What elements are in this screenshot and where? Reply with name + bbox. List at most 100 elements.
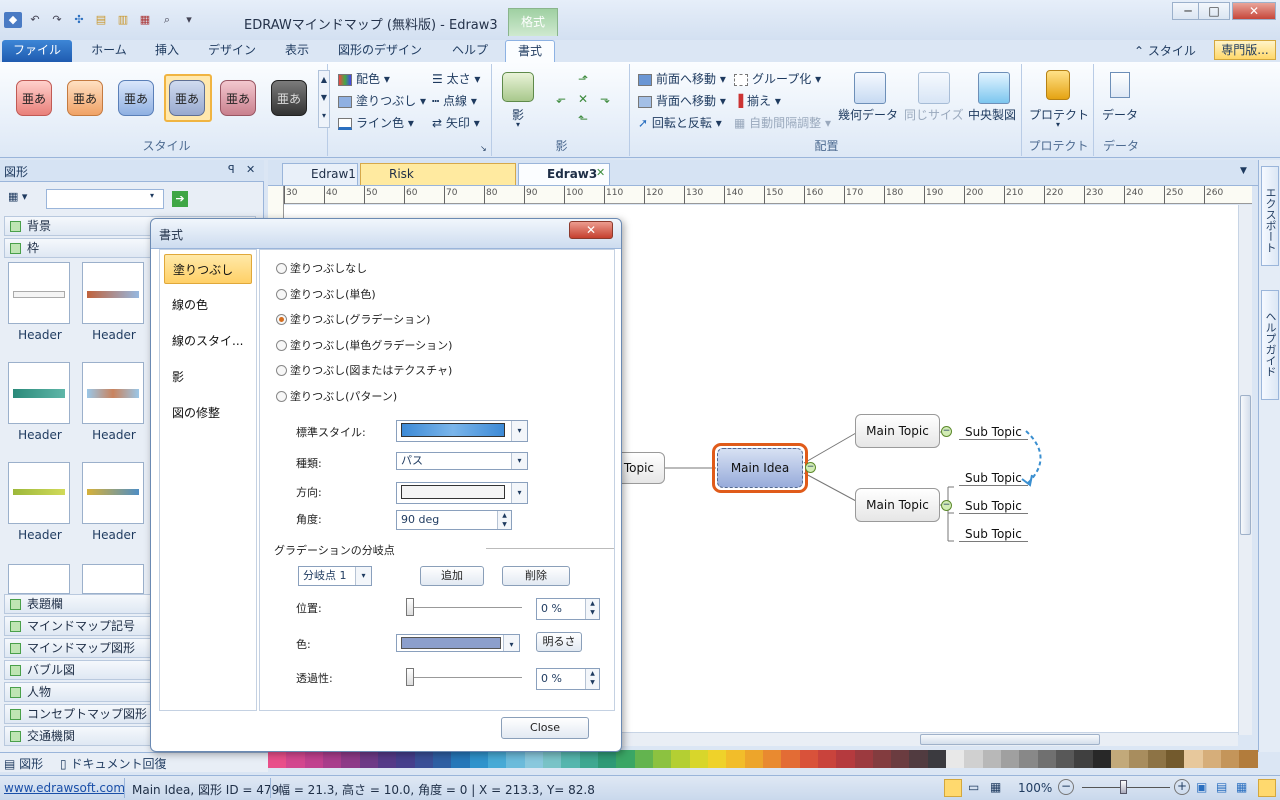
palette-color-swatch[interactable] bbox=[836, 750, 855, 768]
tab-view[interactable]: 表示 bbox=[276, 40, 318, 62]
palette-color-swatch[interactable] bbox=[1202, 750, 1222, 768]
palette-color-swatch[interactable] bbox=[579, 750, 598, 768]
sub-topic-node[interactable]: Sub Topic bbox=[959, 471, 1028, 486]
palette-color-swatch[interactable] bbox=[268, 750, 287, 768]
fullscreen-icon[interactable]: ▦ bbox=[1236, 780, 1247, 794]
tab-home[interactable]: ホーム bbox=[82, 40, 136, 62]
website-link[interactable]: www.edrawsoft.com bbox=[4, 781, 125, 795]
fit-page-icon[interactable]: ▣ bbox=[1196, 780, 1207, 794]
palette-color-swatch[interactable] bbox=[1239, 750, 1258, 768]
palette-color-swatch[interactable] bbox=[744, 750, 763, 768]
geometry-button[interactable]: 幾何データ bbox=[838, 106, 898, 123]
style-swatch-black[interactable]: 亜あ bbox=[271, 80, 307, 116]
maximize-button[interactable]: □ bbox=[1198, 2, 1230, 20]
collapse-icon[interactable]: − bbox=[941, 500, 952, 511]
tab-format[interactable]: 書式 bbox=[505, 40, 555, 62]
align-button[interactable]: ▐ 揃え ▾ bbox=[734, 92, 781, 109]
bring-front-button[interactable]: 前面へ移動 ▾ bbox=[638, 70, 726, 87]
sub-topic-node[interactable]: Sub Topic bbox=[959, 425, 1028, 440]
position-slider-track[interactable] bbox=[410, 607, 522, 608]
stop-combo[interactable]: 分岐点 1 ▾ bbox=[298, 566, 372, 586]
geometry-icon[interactable] bbox=[854, 72, 886, 104]
data-button[interactable]: データ bbox=[1102, 106, 1138, 123]
style-swatch-rose[interactable]: 亜あ bbox=[220, 80, 256, 116]
view-normal-icon[interactable] bbox=[944, 779, 962, 797]
nudge-left-icon[interactable]: ⬐ bbox=[556, 92, 566, 106]
sub-topic-node[interactable]: Sub Topic bbox=[959, 499, 1028, 514]
palette-color-swatch[interactable] bbox=[359, 750, 378, 768]
nudge-right-icon[interactable]: ⬎ bbox=[600, 92, 610, 106]
horizontal-scroll-thumb[interactable] bbox=[920, 734, 1100, 745]
tab-shapes[interactable]: ▤ 図形 bbox=[4, 755, 43, 772]
style-swatch-blue[interactable]: 亜あ bbox=[118, 80, 154, 116]
nav-line-style[interactable]: 線のスタイ... bbox=[164, 326, 252, 356]
shape-thumb[interactable] bbox=[82, 564, 144, 594]
rotate-flip-button[interactable]: ➚ 回転と反転 ▾ bbox=[638, 114, 722, 131]
nudge-center-icon[interactable]: ✕ bbox=[578, 92, 588, 106]
angle-spinner[interactable]: 90 deg ▲ ▼ bbox=[396, 510, 512, 530]
color-scheme-button[interactable]: 配色 ▾ bbox=[338, 70, 390, 87]
palette-color-swatch[interactable] bbox=[1074, 750, 1093, 768]
auto-space-button[interactable]: ▦ 自動間隔調整 ▾ bbox=[734, 114, 831, 131]
same-size-icon[interactable] bbox=[918, 72, 950, 104]
vertical-scroll-thumb[interactable] bbox=[1240, 395, 1251, 535]
palette-color-swatch[interactable] bbox=[689, 750, 708, 768]
radio-gradient-fill[interactable]: 塗りつぶし(グラデーション) bbox=[276, 311, 430, 327]
zoom-slider-thumb[interactable] bbox=[1120, 780, 1127, 794]
palette-color-swatch[interactable] bbox=[1056, 750, 1075, 768]
shape-thumb[interactable] bbox=[8, 564, 70, 594]
shape-thumb[interactable] bbox=[8, 262, 70, 324]
doc-list-icon[interactable]: ▼ bbox=[1240, 166, 1247, 176]
nav-fill[interactable]: 塗りつぶし bbox=[164, 254, 252, 284]
palette-color-swatch[interactable] bbox=[946, 750, 965, 768]
palette-color-swatch[interactable] bbox=[982, 750, 1002, 768]
palette-color-swatch[interactable] bbox=[652, 750, 672, 768]
palette-color-swatch[interactable] bbox=[524, 750, 543, 768]
tab-design[interactable]: デザイン bbox=[200, 40, 264, 62]
direction-combo[interactable]: ▾ bbox=[396, 482, 528, 504]
center-button[interactable]: 中央製図 bbox=[968, 106, 1016, 123]
palette-color-swatch[interactable] bbox=[1129, 750, 1148, 768]
nav-picture-correction[interactable]: 図の修整 bbox=[164, 398, 252, 428]
view-grid-icon[interactable]: ▦ bbox=[990, 780, 1001, 794]
style-gallery-scroll[interactable]: ▲ ▼ ▾ bbox=[318, 70, 330, 128]
nudge-down-icon[interactable]: ⬑ bbox=[578, 112, 588, 126]
thickness-button[interactable]: ☰ 太さ ▾ bbox=[432, 70, 480, 87]
dialog-close-button[interactable]: ✕ bbox=[569, 221, 613, 239]
palette-color-swatch[interactable] bbox=[872, 750, 892, 768]
dialog-launcher-icon[interactable]: ↘ bbox=[480, 144, 487, 153]
palette-color-swatch[interactable] bbox=[707, 750, 727, 768]
palette-color-swatch[interactable] bbox=[506, 750, 525, 768]
palette-color-swatch[interactable] bbox=[304, 750, 323, 768]
style-swatch-red[interactable]: 亜あ bbox=[16, 80, 52, 116]
position-spinner[interactable]: 0 % ▲ ▼ bbox=[536, 598, 600, 620]
radio-mono-gradient-fill[interactable]: 塗りつぶし(単色グラデーション) bbox=[276, 337, 452, 353]
collapse-icon[interactable]: − bbox=[941, 426, 952, 437]
palette-color-swatch[interactable] bbox=[927, 750, 947, 768]
delete-stop-button[interactable]: 削除 bbox=[502, 566, 570, 586]
palette-color-swatch[interactable] bbox=[1184, 750, 1203, 768]
palette-color-swatch[interactable] bbox=[799, 750, 818, 768]
customize-qat-icon[interactable]: ▾ bbox=[180, 12, 198, 28]
undo-icon[interactable]: ↶ bbox=[26, 12, 44, 28]
dialog-close-text-button[interactable]: Close bbox=[501, 717, 589, 739]
pro-button[interactable]: 専門版... bbox=[1214, 40, 1276, 60]
palette-color-swatch[interactable] bbox=[1221, 750, 1240, 768]
brightness-button[interactable]: 明るさ bbox=[536, 632, 582, 652]
tab-shape-design[interactable]: 図形のデザイン bbox=[330, 40, 430, 62]
spinner-arrows-icon[interactable]: ▲ ▼ bbox=[585, 599, 599, 619]
palette-color-swatch[interactable] bbox=[286, 750, 305, 768]
main-idea-node[interactable]: Main Idea bbox=[717, 448, 803, 488]
new-icon[interactable]: ▤ bbox=[92, 12, 110, 28]
redo-icon[interactable]: ↷ bbox=[48, 12, 66, 28]
add-stop-button[interactable]: 追加 bbox=[420, 566, 484, 586]
library-menu-icon[interactable]: ▦ ▾ bbox=[8, 190, 40, 208]
radio-picture-fill[interactable]: 塗りつぶし(図またはテクスチャ) bbox=[276, 362, 452, 378]
nudge-up-icon[interactable]: ⬏ bbox=[578, 72, 588, 86]
radio-solid-fill[interactable]: 塗りつぶし(単色) bbox=[276, 286, 376, 302]
main-topic-node-1[interactable]: Main Topic bbox=[855, 414, 940, 448]
palette-color-swatch[interactable] bbox=[781, 750, 800, 768]
color-palette[interactable] bbox=[268, 750, 1258, 768]
group-button[interactable]: グループ化 ▾ bbox=[734, 70, 821, 87]
open-icon[interactable]: ▥ bbox=[114, 12, 132, 28]
